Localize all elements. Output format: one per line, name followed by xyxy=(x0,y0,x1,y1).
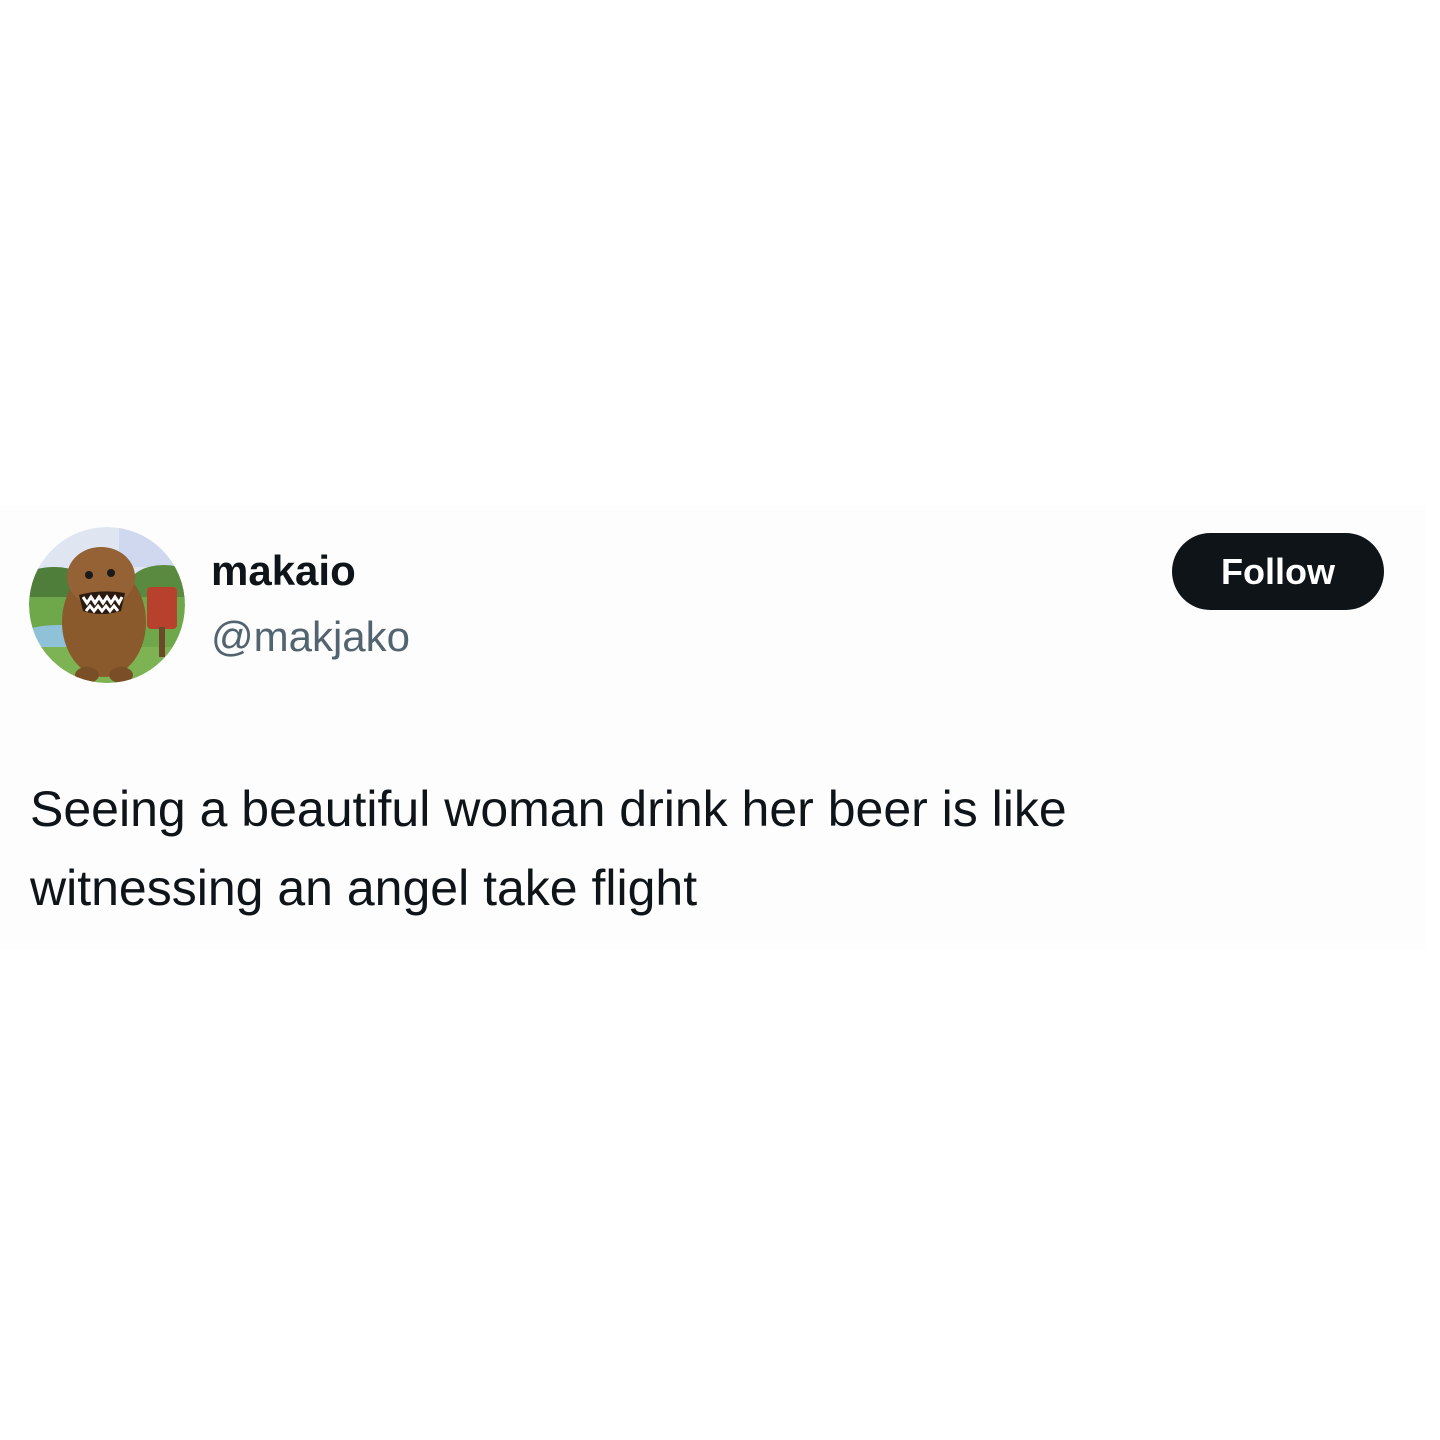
tweet-text-line: witnessing an angel take flight xyxy=(30,860,698,916)
avatar[interactable] xyxy=(29,527,185,683)
follow-button[interactable]: Follow xyxy=(1172,533,1384,610)
domo-avatar-icon xyxy=(29,527,185,683)
tweet-text: Seeing a beautiful woman drink her beer … xyxy=(30,770,1370,928)
user-handle[interactable]: @makjako xyxy=(211,612,410,662)
page: makaio @makjako Follow Seeing a beautifu… xyxy=(0,0,1440,1440)
tweet-text-line: Seeing a beautiful woman drink her beer … xyxy=(30,781,1067,837)
display-name[interactable]: makaio xyxy=(211,546,356,596)
